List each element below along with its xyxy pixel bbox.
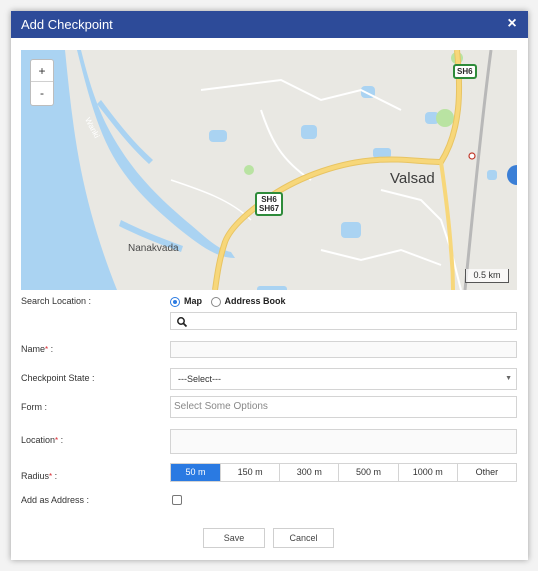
radio-map-label: Map (184, 296, 202, 307)
checkpoint-state-select[interactable]: ---Select--- ▼ (170, 368, 517, 390)
location-label: Location* : (21, 435, 63, 446)
map-label-city: Valsad (390, 170, 435, 187)
map-canvas (21, 50, 517, 290)
name-label: Name* : (21, 344, 53, 355)
road-shield-sh6: SH6 (453, 64, 477, 79)
form-multiselect[interactable]: Select Some Options (170, 396, 517, 418)
add-as-address-checkbox[interactable] (172, 495, 182, 505)
radius-option-300m[interactable]: 300 m (279, 464, 339, 481)
radius-option-50m[interactable]: 50 m (171, 464, 220, 481)
map-view[interactable]: + - Valsad Nanakvada Wanki SH6 SH6 SH67 … (21, 50, 517, 290)
search-location-label: Search Location : (21, 296, 92, 306)
name-label-text: Name (21, 344, 46, 354)
location-label-text: Location (21, 435, 56, 445)
location-search-input[interactable] (170, 312, 517, 330)
name-input[interactable] (170, 341, 517, 358)
search-location-options: Map Address Book (170, 296, 292, 308)
radio-address-book[interactable]: Address Book (210, 296, 286, 307)
name-label-suffix: : (48, 344, 54, 354)
dialog-title: Add Checkpoint (21, 17, 113, 32)
road-shield-text: SH6 (457, 67, 473, 76)
radio-map-indicator[interactable] (170, 296, 180, 307)
map-scale: 0.5 km (465, 269, 509, 283)
checkpoint-state-label: Checkpoint State : (21, 373, 95, 383)
radius-label: Radius* : (21, 471, 57, 482)
radio-address-book-label: Address Book (224, 296, 286, 307)
radius-option-1000m[interactable]: 1000 m (397, 464, 457, 481)
map-zoom-control: + - (30, 59, 54, 106)
dialog-titlebar: Add Checkpoint × (11, 11, 528, 38)
road-shield-sh6-sh67: SH6 SH67 (255, 192, 284, 216)
road-shield-text-line2: SH67 (259, 204, 280, 213)
radio-map[interactable]: Map (170, 296, 202, 307)
form-multiselect-placeholder: Select Some Options (174, 401, 268, 412)
save-button[interactable]: Save (203, 528, 265, 548)
radius-selector: 50 m 150 m 300 m 500 m 1000 m Other (170, 463, 517, 482)
close-icon[interactable]: × (505, 15, 519, 33)
add-as-address-label: Add as Address : (21, 495, 90, 505)
add-checkpoint-dialog: Add Checkpoint × + - Valsad Nanakvada Wa… (11, 11, 528, 560)
road-shield-text-line1: SH6 (261, 195, 277, 204)
radius-option-150m[interactable]: 150 m (220, 464, 280, 481)
cancel-button[interactable]: Cancel (273, 528, 334, 548)
radio-address-book-indicator[interactable] (210, 296, 221, 307)
zoom-out-button[interactable]: - (31, 82, 53, 104)
radius-option-other[interactable]: Other (456, 464, 517, 481)
radius-option-500m[interactable]: 500 m (338, 464, 398, 481)
radius-label-text: Radius (21, 471, 50, 481)
form-label: Form : (21, 402, 47, 412)
location-label-suffix: : (58, 435, 64, 445)
search-icon (177, 317, 188, 328)
location-input[interactable] (170, 429, 517, 454)
map-label-village: Nanakvada (128, 243, 179, 254)
checkpoint-state-value: ---Select--- (178, 374, 221, 384)
radius-label-suffix: : (52, 471, 58, 481)
chevron-down-icon: ▼ (505, 375, 512, 382)
zoom-in-button[interactable]: + (31, 60, 53, 82)
